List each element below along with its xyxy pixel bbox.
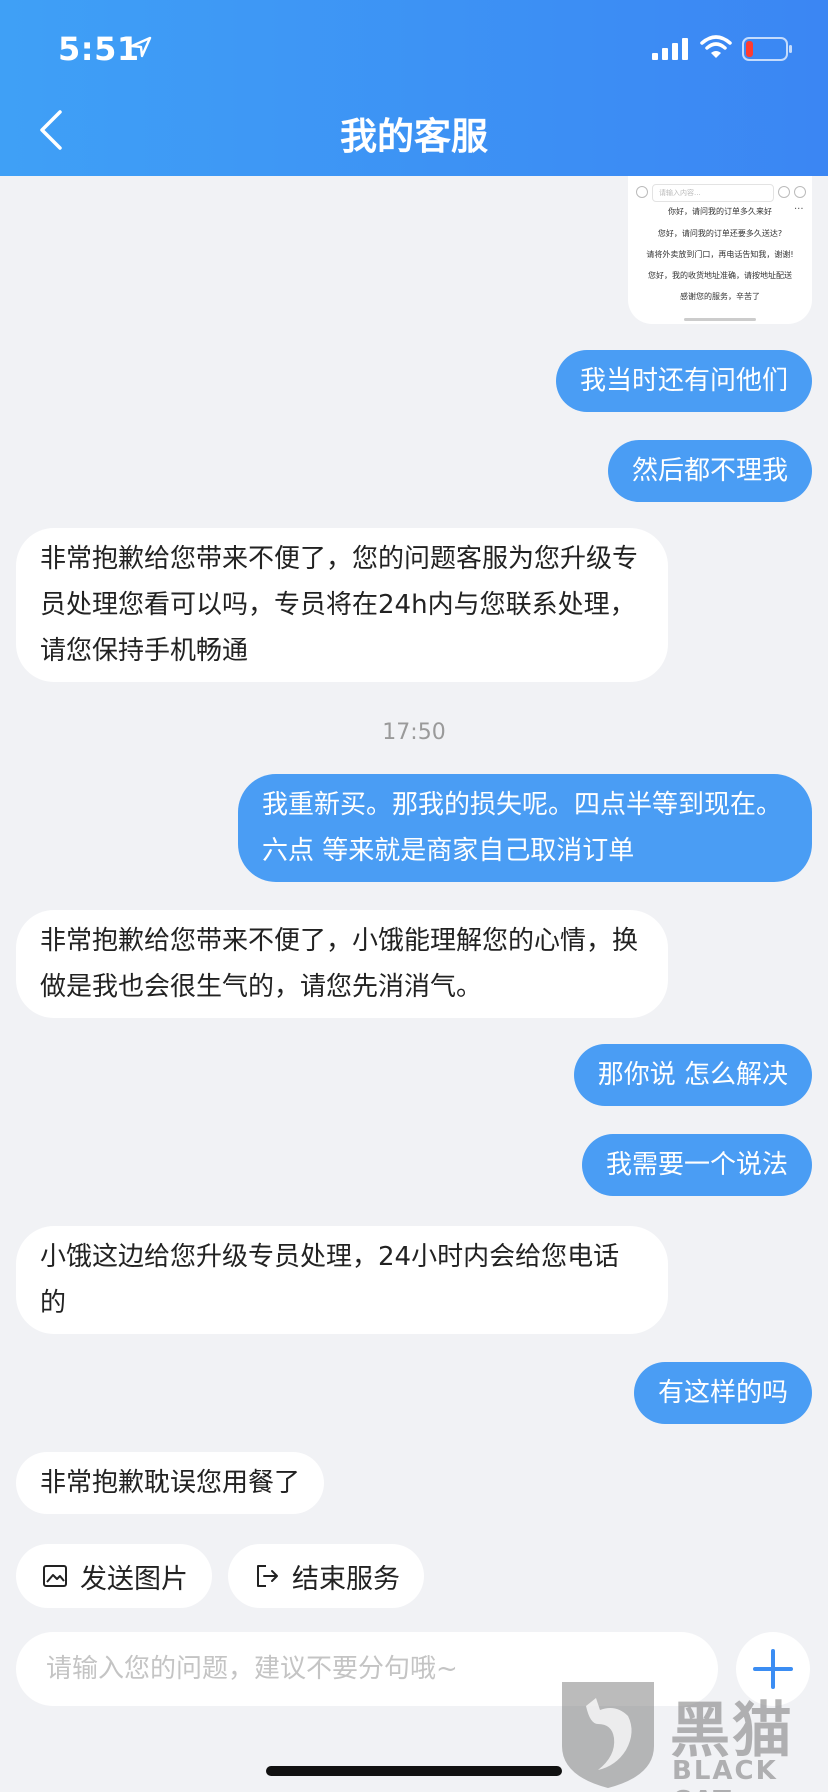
send-image-button[interactable]: 发送图片: [16, 1544, 212, 1608]
end-service-button[interactable]: 结束服务: [228, 1544, 424, 1608]
thumbnail-line: 你好，请问我的订单多久来好: [668, 207, 772, 216]
thumbnail-input: 请输入内容...: [652, 184, 774, 202]
end-service-label: 结束服务: [292, 1563, 400, 1595]
page-title: 我的客服: [340, 115, 488, 158]
exit-icon: [257, 1565, 278, 1587]
thumbnail-line: 请将外卖放到门口，再电话告知我，谢谢!: [646, 250, 794, 259]
plus-icon: [794, 186, 806, 198]
wifi-icon: [700, 35, 732, 58]
image-icon: [43, 1565, 67, 1587]
thumbnail-line: 感谢您的服务，辛苦了: [680, 292, 760, 301]
thumbnail-home-bar: [684, 318, 756, 321]
status-time: 5:51: [58, 30, 140, 68]
location-arrow-icon: [130, 36, 152, 58]
send-image-label: 发送图片: [80, 1563, 188, 1595]
watermark-cat-logo: [562, 1682, 654, 1788]
outgoing-message: 我当时还有问他们: [555, 350, 812, 412]
thumbnail-line: 您好，我的收货地址准确，请按地址配送: [648, 271, 792, 280]
incoming-message: 非常抱歉给您带来不便了，小饿能理解您的心情，换做是我也会很生气的，请您先消消气。: [16, 910, 668, 1018]
mic-icon: [636, 186, 648, 198]
outgoing-message: 我重新买。那我的损失呢。四点半等到现在。六点 等来就是商家自己取消订单: [238, 774, 812, 882]
signal-icon: [652, 38, 688, 60]
outgoing-message: 然后都不理我: [607, 440, 812, 502]
emoji-icon: [778, 186, 790, 198]
outgoing-message: 我需要一个说法: [581, 1134, 812, 1196]
outgoing-message: 那你说 怎么解决: [573, 1044, 812, 1106]
incoming-message: 非常抱歉耽误您用餐了: [16, 1452, 325, 1514]
incoming-message: 小饿这边给您升级专员处理，24小时内会给您电话的: [16, 1226, 668, 1334]
timestamp: 17:50: [382, 720, 446, 745]
home-indicator: [266, 1766, 562, 1776]
watermark-subtext: BLACK CAT: [672, 1756, 778, 1792]
battery-icon: [742, 37, 792, 61]
outgoing-message: 有这样的吗: [633, 1362, 812, 1424]
image-message-thumbnail[interactable]: 请输入内容... ··· 你好，请问我的订单多久来好 您好，请问我的订单还要多久…: [628, 176, 812, 324]
chat-area[interactable]: 请输入内容... ··· 你好，请问我的订单多久来好 您好，请问我的订单还要多久…: [0, 176, 828, 1536]
header: 5:51 我的客服: [0, 0, 828, 176]
thumbnail-line: 您好，请问我的订单还要多久送达?: [657, 229, 783, 238]
incoming-message: 非常抱歉给您带来不便了，您的问题客服为您升级专员处理您看可以吗，专员将在24h内…: [16, 528, 668, 682]
